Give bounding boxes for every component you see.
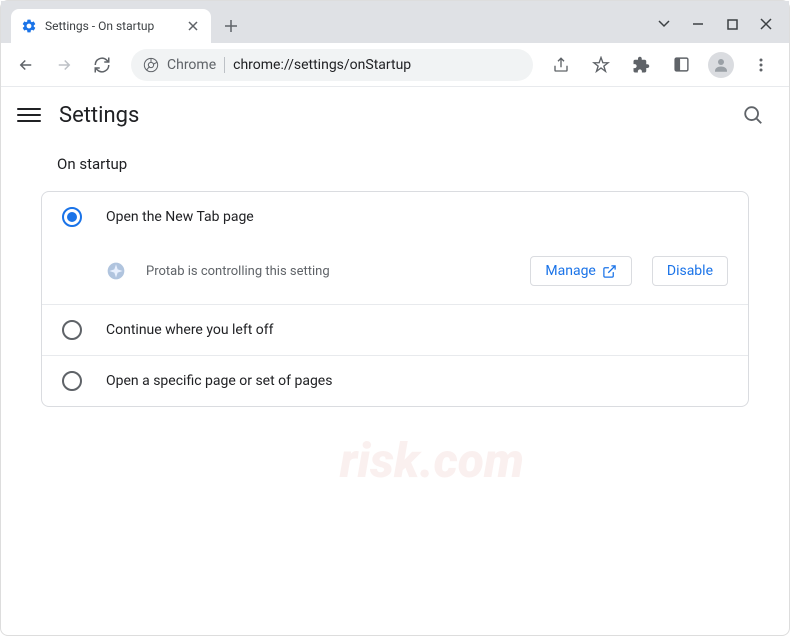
new-tab-button[interactable] — [217, 12, 245, 40]
extension-notice: Protab is controlling this setting Manag… — [42, 242, 748, 304]
chevron-down-icon[interactable] — [657, 17, 671, 31]
close-icon[interactable] — [185, 18, 201, 34]
close-button[interactable] — [759, 17, 773, 31]
address-bar[interactable]: Chrome chrome://settings/onStartup — [131, 49, 533, 81]
address-path: chrome://settings/onStartup — [233, 57, 411, 73]
disable-button[interactable]: Disable — [652, 256, 728, 286]
page-title: Settings — [59, 103, 139, 128]
address-origin: Chrome — [167, 57, 216, 73]
section-title: On startup — [41, 155, 749, 173]
reload-button[interactable] — [85, 48, 119, 82]
extension-icon — [106, 261, 126, 281]
share-icon[interactable] — [545, 49, 577, 81]
option-label: Open the New Tab page — [106, 209, 254, 225]
option-label: Open a specific page or set of pages — [106, 373, 332, 389]
separator — [224, 57, 225, 73]
watermark-sub: risk.com — [340, 432, 524, 489]
browser-tab[interactable]: Settings - On startup — [11, 9, 211, 43]
disable-label: Disable — [667, 263, 713, 279]
gear-icon — [21, 18, 37, 34]
startup-card: Open the New Tab page Protab is controll… — [41, 191, 749, 407]
radio-unselected[interactable] — [62, 371, 82, 391]
forward-button[interactable] — [47, 48, 81, 82]
option-specific[interactable]: Open a specific page or set of pages — [42, 356, 748, 406]
extensions-icon[interactable] — [625, 49, 657, 81]
manage-button[interactable]: Manage — [530, 256, 631, 286]
minimize-button[interactable] — [691, 17, 705, 31]
profile-button[interactable] — [705, 49, 737, 81]
search-button[interactable] — [733, 95, 773, 135]
external-link-icon — [602, 264, 617, 279]
radio-selected[interactable] — [62, 207, 82, 227]
app-header: Settings — [1, 87, 789, 143]
panel-icon[interactable] — [665, 49, 697, 81]
option-new-tab[interactable]: Open the New Tab page — [42, 192, 748, 242]
option-label: Continue where you left off — [106, 322, 274, 338]
option-continue[interactable]: Continue where you left off — [42, 305, 748, 355]
avatar-icon — [708, 52, 734, 78]
extension-text: Protab is controlling this setting — [146, 264, 510, 279]
back-button[interactable] — [9, 48, 43, 82]
titlebar: Settings - On startup — [1, 1, 789, 43]
chrome-icon — [143, 57, 159, 73]
content: On startup Open the New Tab page Protab … — [1, 143, 789, 419]
maximize-button[interactable] — [725, 17, 739, 31]
tab-title: Settings - On startup — [45, 19, 177, 33]
star-icon[interactable] — [585, 49, 617, 81]
menu-icon[interactable] — [745, 49, 777, 81]
hamburger-button[interactable] — [17, 103, 41, 127]
manage-label: Manage — [545, 263, 595, 279]
radio-unselected[interactable] — [62, 320, 82, 340]
toolbar: Chrome chrome://settings/onStartup — [1, 43, 789, 87]
